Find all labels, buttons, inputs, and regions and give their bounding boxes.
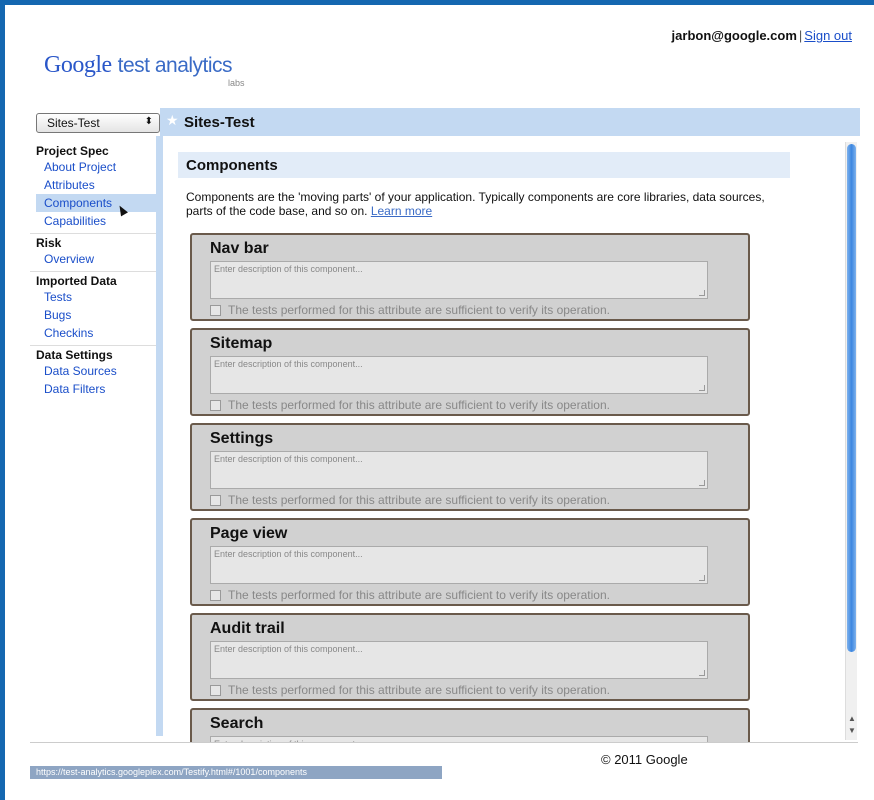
- component-card: Sitemap Enter description of this compone…: [190, 328, 750, 416]
- google-logo[interactable]: Google test analytics: [44, 52, 233, 79]
- sidebar-section-heading: Imported Data: [36, 274, 117, 288]
- component-name[interactable]: Search: [210, 715, 263, 733]
- sidebar-item-bugs[interactable]: Bugs: [36, 306, 160, 324]
- component-name[interactable]: Nav bar: [210, 240, 269, 258]
- component-name[interactable]: Settings: [210, 430, 273, 448]
- page-title: Components: [178, 152, 790, 178]
- sidebar-item-attributes[interactable]: Attributes: [36, 176, 160, 194]
- component-description-field[interactable]: Enter description of this component...: [210, 451, 708, 489]
- sufficient-tests-checkbox[interactable]: [210, 400, 221, 411]
- account-bar: jarbon@google.com | Sign out: [672, 28, 852, 43]
- sidebar-item-tests[interactable]: Tests: [36, 288, 160, 306]
- component-card: Page view Enter description of this compo…: [190, 518, 750, 606]
- sufficient-tests-label: The tests performed for this attribute a…: [228, 303, 610, 317]
- logo-brand: Google: [44, 52, 112, 78]
- site-select[interactable]: Sites-Test ⬍: [36, 113, 160, 133]
- sidebar-item-capabilities[interactable]: Capabilities: [36, 212, 160, 230]
- select-arrows-icon: ⬍: [144, 116, 153, 127]
- sidebar-item-data-filters[interactable]: Data Filters: [36, 380, 160, 398]
- sidebar-section: Data Settings Data Sources Data Filters: [30, 345, 160, 401]
- scroll-up-icon[interactable]: ▲: [848, 714, 856, 723]
- component-name[interactable]: Page view: [210, 525, 287, 543]
- component-name[interactable]: Audit trail: [210, 620, 285, 638]
- sufficient-tests-label: The tests performed for this attribute a…: [228, 493, 610, 507]
- sufficient-tests-checkbox[interactable]: [210, 305, 221, 316]
- vertical-scrollbar[interactable]: ▲ ▼: [845, 142, 857, 740]
- component-list: Nav bar Enter description of this compone…: [190, 233, 752, 742]
- learn-more-link[interactable]: Learn more: [371, 204, 432, 218]
- logo-product: test analytics: [117, 54, 233, 77]
- star-icon[interactable]: ★: [166, 112, 179, 129]
- sidebar: Project Spec About Project Attributes Compo…: [30, 136, 163, 736]
- sidebar-item-overview[interactable]: Overview: [36, 250, 160, 268]
- sidebar-section: Risk Overview: [30, 233, 160, 271]
- sidebar-section: Imported Data Tests Bugs Checkins: [30, 271, 160, 345]
- sign-out-link[interactable]: Sign out: [804, 28, 852, 43]
- account-separator: |: [798, 28, 803, 43]
- sidebar-item-components[interactable]: Components: [36, 194, 160, 212]
- component-description-field[interactable]: Enter description of this component...: [210, 261, 708, 299]
- component-card: Nav bar Enter description of this compone…: [190, 233, 750, 321]
- main-content: Components Components are the 'moving pa…: [178, 152, 790, 218]
- copyright: © 2011 Google: [601, 752, 688, 767]
- account-email: jarbon@google.com: [671, 28, 797, 43]
- sufficient-tests-checkbox[interactable]: [210, 495, 221, 506]
- logo-labs: labs: [228, 78, 245, 88]
- intro-body: Components are the 'moving parts' of you…: [186, 190, 765, 218]
- sidebar-section: Project Spec About Project Attributes Compo…: [30, 142, 160, 233]
- footer-divider: [30, 742, 858, 743]
- sufficient-tests-label: The tests performed for this attribute a…: [228, 683, 610, 697]
- sidebar-item-checkins[interactable]: Checkins: [36, 324, 160, 342]
- intro-text: Components are the 'moving parts' of you…: [186, 190, 790, 218]
- site-select-value: Sites-Test: [47, 116, 100, 130]
- project-title: Sites-Test: [184, 114, 255, 131]
- sidebar-section-heading: Risk: [36, 236, 62, 250]
- status-bar-url: https://test-analytics.googleplex.com/Te…: [30, 766, 442, 779]
- sidebar-item-about-project[interactable]: About Project: [36, 158, 160, 176]
- sidebar-divider: [156, 136, 163, 736]
- sufficient-tests-label: The tests performed for this attribute a…: [228, 588, 610, 602]
- sidebar-section-heading: Data Settings: [36, 348, 113, 362]
- scrollbar-thumb[interactable]: [847, 144, 856, 652]
- component-name[interactable]: Sitemap: [210, 335, 272, 353]
- sufficient-tests-label: The tests performed for this attribute a…: [228, 398, 610, 412]
- sidebar-item-data-sources[interactable]: Data Sources: [36, 362, 160, 380]
- component-card: SearchEnter description of this componen…: [190, 708, 750, 742]
- sufficient-tests-checkbox[interactable]: [210, 685, 221, 696]
- project-header-bar: ★ Sites-Test: [160, 108, 860, 136]
- scroll-down-icon[interactable]: ▼: [848, 726, 856, 735]
- component-description-field[interactable]: Enter description of this component...: [210, 641, 708, 679]
- component-description-field[interactable]: Enter description of this component...: [210, 546, 708, 584]
- component-card: Audit trail Enter description of this com…: [190, 613, 750, 701]
- component-card: Settings Enter description of this compon…: [190, 423, 750, 511]
- component-description-field[interactable]: Enter description of this component...: [210, 356, 708, 394]
- sidebar-section-heading: Project Spec: [36, 144, 109, 158]
- sufficient-tests-checkbox[interactable]: [210, 590, 221, 601]
